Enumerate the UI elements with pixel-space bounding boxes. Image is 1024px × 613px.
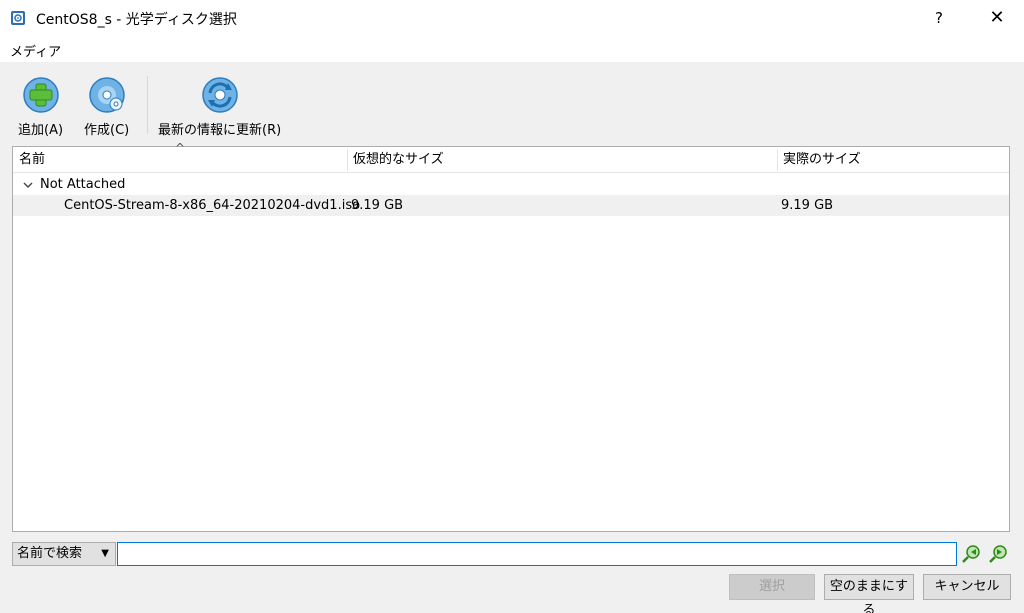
tree-header: ^ 名前 仮想的なサイズ 実際のサイズ [13,141,1009,173]
cancel-button[interactable]: キャンセル [923,574,1011,600]
create-label: 作成(C) [84,123,130,138]
title-bar: CentOS8_s - 光学ディスク選択 ? ✕ [0,0,1024,36]
virtualbox-app-icon [10,10,26,26]
search-mode-select[interactable]: 名前で検索 ▼ [12,542,116,566]
add-label: 追加(A) [18,123,64,138]
dropdown-arrow-icon: ▼ [101,548,109,559]
refresh-icon [201,76,239,114]
row-virtual-size: 9.19 GB [351,198,404,213]
refresh-button[interactable]: 最新の情報に更新(R) [158,76,281,138]
menu-media[interactable]: メディア [10,41,61,60]
row-actual-size: 9.19 GB [781,198,834,213]
toolbar: 追加(A) 作成(C) 最新の情報に更新(R) [0,62,1024,142]
close-button[interactable]: ✕ [984,6,1010,30]
chevron-down-icon[interactable] [21,174,35,197]
column-header-name[interactable]: 名前 [13,147,347,173]
column-header-virtual-size[interactable]: 仮想的なサイズ [347,147,777,173]
create-button[interactable]: 作成(C) [84,76,129,138]
group-label: Not Attached [40,177,126,192]
media-tree[interactable]: ^ 名前 仮想的なサイズ 実際のサイズ Not Attached CentOS-… [12,141,1010,532]
search-input[interactable] [117,542,957,566]
column-header-actual-size[interactable]: 実際のサイズ [777,147,1009,173]
create-disk-icon [88,76,126,114]
row-name: CentOS-Stream-8-x86_64-20210204-dvd1.iso [64,198,361,213]
search-mode-label: 名前で検索 [17,546,83,561]
choose-button[interactable]: 選択 [729,574,815,600]
add-button[interactable]: 追加(A) [18,76,63,138]
menu-bar: メディア [0,36,1024,62]
add-disk-icon [22,76,60,114]
leave-empty-button[interactable]: 空のままにする [824,574,914,613]
help-button[interactable]: ? [928,6,950,30]
table-row[interactable]: CentOS-Stream-8-x86_64-20210204-dvd1.iso… [13,195,1009,216]
find-next-icon[interactable] [988,544,1008,564]
window-title: CentOS8_s - 光学ディスク選択 [36,12,237,28]
refresh-label: 最新の情報に更新(R) [158,123,282,138]
bottom-panel: 名前で検索 ▼ 選択 空のままにする キャンセル [0,538,1024,613]
toolbar-separator [147,76,148,134]
group-row-not-attached[interactable]: Not Attached [13,174,1009,195]
find-previous-icon[interactable] [961,544,981,564]
